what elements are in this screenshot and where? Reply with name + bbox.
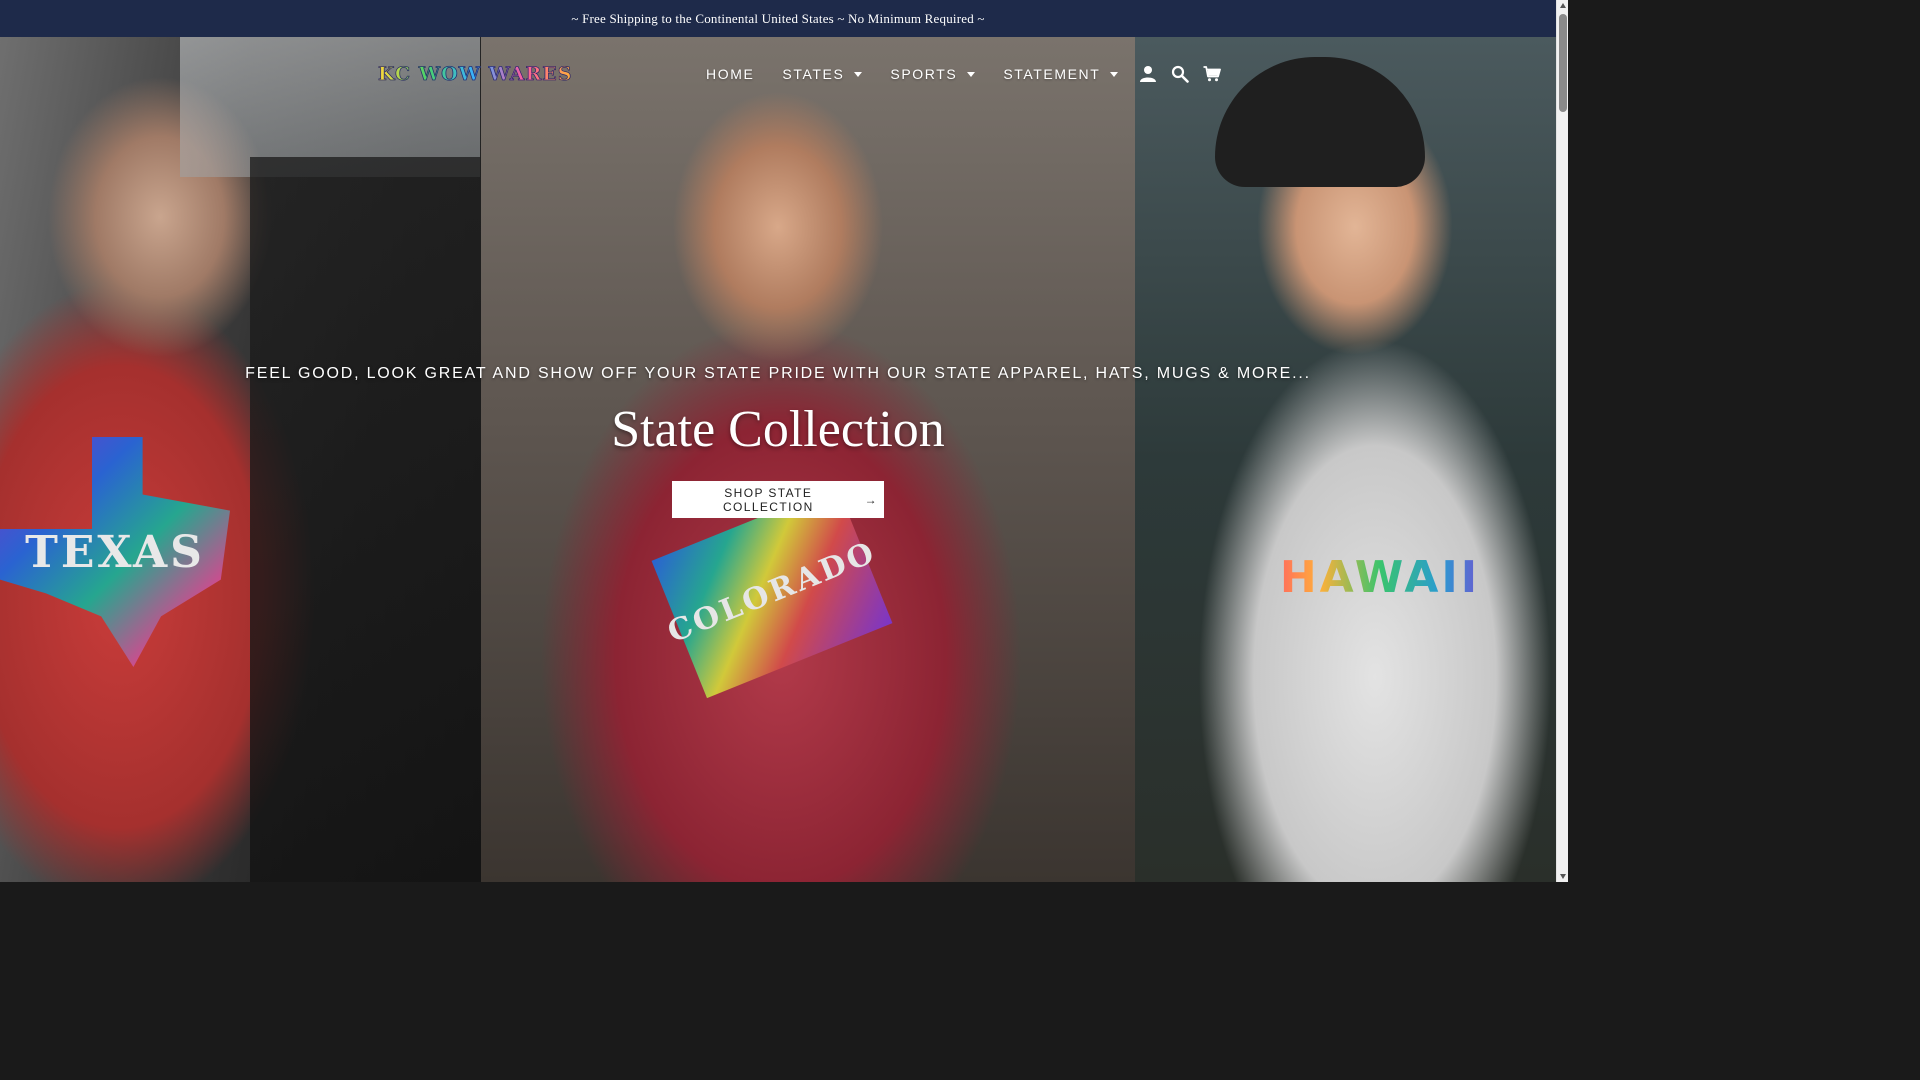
nav-statement[interactable]: STATEMENT xyxy=(989,62,1132,86)
nav-home[interactable]: HOME xyxy=(692,62,768,86)
shop-state-collection-button[interactable]: SHOP STATE COLLECTION → xyxy=(672,481,884,518)
hero-slideshow: TEXAS COLORADO HAWAII xyxy=(0,37,1556,882)
shirt-print-texas: TEXAS xyxy=(0,437,230,667)
hero-image-middle: COLORADO xyxy=(481,37,1135,882)
announcement-bar: ~ Free Shipping to the Continental Unite… xyxy=(0,0,1556,37)
nav-sports[interactable]: SPORTS xyxy=(876,62,989,86)
page-scrollbar[interactable] xyxy=(1556,0,1568,882)
scroll-up-icon[interactable] xyxy=(1560,3,1566,8)
announcement-text: ~ Free Shipping to the Continental Unite… xyxy=(571,10,985,26)
site-header: KC WOW WARES HOME STATES SPORTS STATEMEN… xyxy=(0,37,1556,112)
account-icon[interactable] xyxy=(1132,61,1164,87)
chevron-down-icon xyxy=(1110,72,1119,77)
chevron-down-icon xyxy=(854,72,863,77)
site-logo[interactable]: KC WOW WARES xyxy=(378,63,572,86)
nav-states[interactable]: STATES xyxy=(768,62,876,86)
arrow-right-icon: → xyxy=(864,492,878,507)
scrollbar-thumb[interactable] xyxy=(1559,14,1567,112)
chevron-down-icon xyxy=(967,72,976,77)
hero-subtitle: FEEL GOOD, LOOK GREAT AND SHOW OFF YOUR … xyxy=(245,365,1311,382)
search-icon[interactable] xyxy=(1164,61,1196,87)
hero-image-right: HAWAII xyxy=(1135,37,1556,882)
scroll-down-icon[interactable] xyxy=(1560,874,1566,879)
page: ~ Free Shipping to the Continental Unite… xyxy=(0,0,1568,882)
cart-icon[interactable] xyxy=(1196,61,1228,87)
hero-title: State Collection xyxy=(611,401,945,458)
hero-image-left: TEXAS xyxy=(0,37,481,882)
shirt-print-hawaii: HAWAII xyxy=(1260,542,1500,612)
main-nav: HOME STATES SPORTS STATEMENT xyxy=(692,61,1228,87)
